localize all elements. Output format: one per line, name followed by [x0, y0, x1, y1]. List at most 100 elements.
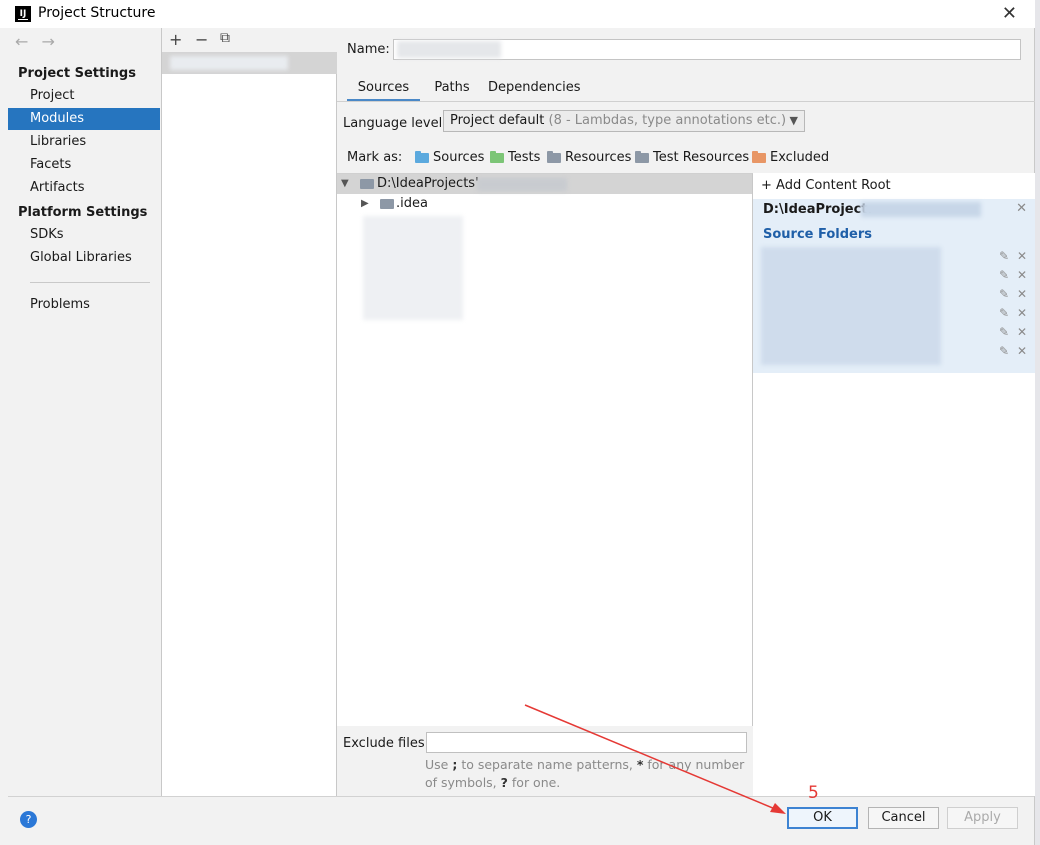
sidebar-item-sdks[interactable]: SDKs	[8, 224, 160, 246]
cancel-button[interactable]: Cancel	[868, 807, 939, 829]
nav-arrows: ← →	[15, 32, 63, 51]
section-platform-settings: Platform Settings	[18, 205, 148, 220]
language-level-label: Language level:	[343, 116, 447, 131]
close-icon[interactable]: ✕	[1017, 268, 1027, 282]
redacted-tree-items	[363, 216, 463, 320]
title-bar: IJ Project Structure ✕	[0, 0, 1035, 28]
content-roots-panel: + Add Content Root D:\IdeaProject. ✕ Sou…	[753, 173, 1035, 796]
redacted-name	[397, 41, 501, 58]
source-folder-row: ✎ ✕	[753, 344, 1035, 363]
remove-icon[interactable]: −	[195, 30, 208, 49]
sidebar-item-project[interactable]: Project	[8, 85, 160, 107]
exclude-files-label: Exclude files:	[343, 736, 430, 751]
source-folder-row: ✎ ✕	[753, 325, 1035, 344]
chevron-down-icon[interactable]: ▼	[341, 174, 349, 194]
chevron-right-icon[interactable]: ▶	[361, 194, 369, 214]
mark-tests-button[interactable]: Tests	[490, 148, 540, 168]
tab-sources[interactable]: Sources	[347, 76, 420, 102]
pencil-icon[interactable]: ✎	[999, 325, 1009, 339]
pencil-icon[interactable]: ✎	[999, 268, 1009, 282]
sidebar-item-global-libraries[interactable]: Global Libraries	[8, 247, 160, 269]
hint-token: *	[636, 757, 644, 772]
mark-sources-button[interactable]: Sources	[415, 148, 484, 168]
language-level-value: Project default	[450, 113, 545, 128]
chevron-down-icon: ▼	[789, 114, 798, 127]
mark-test-resources-button[interactable]: Test Resources	[635, 148, 749, 168]
add-content-root-button[interactable]: + Add Content Root	[761, 178, 891, 193]
intellij-icon: IJ	[15, 6, 31, 22]
close-icon[interactable]: ✕	[1017, 325, 1027, 339]
mark-tests-label: Tests	[508, 150, 541, 165]
tab-paths[interactable]: Paths	[431, 76, 473, 102]
mark-excluded-button[interactable]: Excluded	[752, 148, 829, 168]
sidebar-item-problems[interactable]: Problems	[8, 294, 160, 316]
source-folder-row: ✎ ✕	[753, 287, 1035, 306]
close-icon[interactable]: ✕	[1017, 249, 1027, 263]
tree-row[interactable]: ▼ D:\IdeaProjects'	[337, 174, 752, 194]
step-annotation: 5	[808, 783, 819, 803]
sources-folder-icon	[415, 151, 429, 163]
pencil-icon[interactable]: ✎	[999, 287, 1009, 301]
language-level-select[interactable]: Project default (8 - Lambdas, type annot…	[443, 110, 805, 132]
settings-sidebar: ← → Project Settings Project Modules Lib…	[8, 28, 162, 796]
content-root-block: D:\IdeaProject. ✕ Source Folders ✎ ✕ ✎ ✕ ✎…	[753, 199, 1035, 373]
modules-list-panel: + − ⧉	[162, 28, 337, 796]
sidebar-item-facets[interactable]: Facets	[8, 154, 160, 176]
modules-toolbar: + − ⧉	[162, 28, 337, 52]
redacted-path	[477, 178, 567, 191]
add-icon[interactable]: +	[169, 30, 182, 49]
close-icon[interactable]: ✕	[1017, 344, 1027, 358]
source-folder-row: ✎ ✕	[753, 249, 1035, 268]
close-icon[interactable]: ✕	[1002, 3, 1017, 24]
content-root-path: D:\IdeaProject.	[763, 202, 873, 217]
hint-text: to separate name patterns,	[461, 757, 633, 772]
redacted-root	[861, 202, 981, 217]
help-icon[interactable]: ?	[20, 811, 37, 828]
sidebar-item-artifacts[interactable]: Artifacts	[8, 177, 160, 199]
remove-root-icon[interactable]: ✕	[1016, 201, 1027, 216]
forward-arrow-icon[interactable]: →	[42, 32, 55, 51]
mark-resources-button[interactable]: Resources	[547, 148, 631, 168]
tabs-divider	[337, 101, 1035, 102]
divider	[30, 282, 150, 283]
sidebar-item-libraries[interactable]: Libraries	[8, 131, 160, 153]
mark-resources-label: Resources	[565, 150, 632, 165]
mark-sources-label: Sources	[433, 150, 485, 165]
add-content-root-label: Add Content Root	[776, 178, 891, 193]
source-folder-row: ✎ ✕	[753, 268, 1035, 287]
dialog-button-bar: ? OK Cancel Apply	[8, 796, 1034, 845]
mark-as-label: Mark as:	[347, 150, 403, 165]
tests-folder-icon	[490, 151, 504, 163]
close-icon[interactable]: ✕	[1017, 287, 1027, 301]
back-arrow-icon[interactable]: ←	[15, 32, 28, 51]
tree-item-label: D:\IdeaProjects'	[377, 176, 479, 191]
pencil-icon[interactable]: ✎	[999, 344, 1009, 358]
pencil-icon[interactable]: ✎	[999, 249, 1009, 263]
source-folder-row: ✎ ✕	[753, 306, 1035, 325]
section-project-settings: Project Settings	[18, 66, 136, 81]
pencil-icon[interactable]: ✎	[999, 306, 1009, 320]
hint-text: Use	[425, 757, 449, 772]
close-icon[interactable]: ✕	[1017, 306, 1027, 320]
module-editor: Name: Sources Paths Dependencies Languag…	[337, 28, 1035, 796]
window-title: Project Structure	[38, 5, 156, 21]
tab-dependencies[interactable]: Dependencies	[488, 76, 581, 102]
resources-folder-icon	[547, 151, 561, 163]
exclude-files-input[interactable]	[426, 732, 747, 753]
language-level-hint: (8 - Lambdas, type annotations etc.)	[548, 113, 787, 128]
ok-button[interactable]: OK	[787, 807, 858, 829]
exclude-files-hint: Use ; to separate name patterns, * for a…	[425, 756, 745, 792]
source-folders-title: Source Folders	[763, 227, 873, 242]
hint-token: ?	[500, 775, 508, 790]
folder-icon	[360, 179, 374, 189]
project-structure-dialog: IJ Project Structure ✕ ← → Project Setti…	[0, 0, 1035, 845]
name-label: Name:	[347, 42, 390, 57]
sidebar-item-modules[interactable]: Modules	[8, 108, 160, 130]
excluded-folder-icon	[752, 151, 766, 163]
copy-icon[interactable]: ⧉	[220, 30, 230, 46]
tree-row[interactable]: ▶ .idea	[337, 194, 752, 214]
module-row[interactable]	[162, 52, 337, 74]
tree-item-label: .idea	[396, 196, 428, 211]
apply-button[interactable]: Apply	[947, 807, 1018, 829]
hint-text: for one.	[511, 775, 561, 790]
